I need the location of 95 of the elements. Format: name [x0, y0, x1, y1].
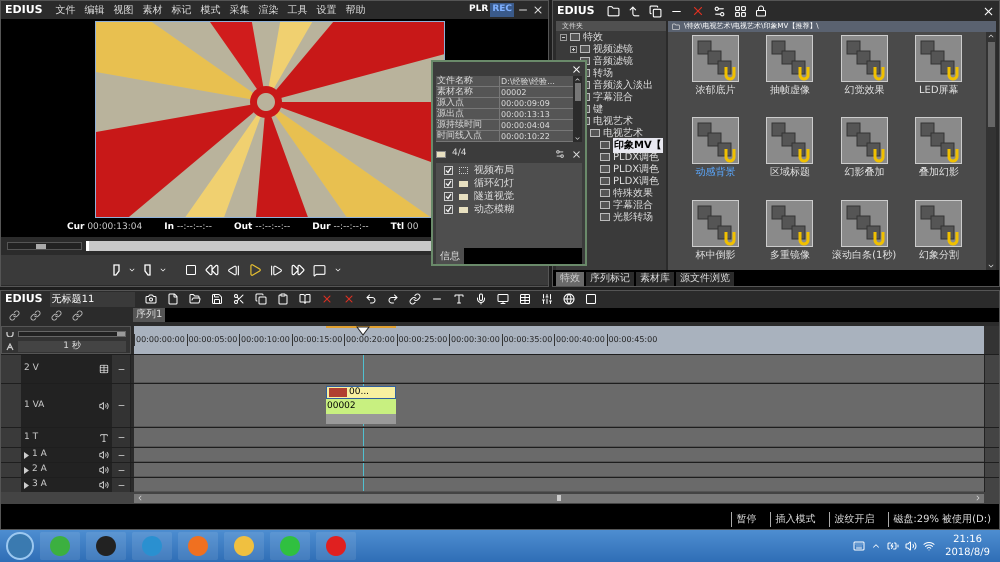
info-value: 00002	[500, 87, 528, 97]
info-value: D:\经验\经验...	[500, 76, 556, 86]
mode-toggle[interactable]: PLR	[467, 3, 490, 17]
menu-item[interactable]: 模式	[200, 2, 221, 18]
timecode-reading: Dur --:--:--:--	[312, 221, 369, 234]
ruler-label: 00:00:10:00	[239, 334, 292, 346]
panel-tab[interactable]: 序列标记	[586, 272, 634, 286]
tree-item[interactable]: 电视艺术	[603, 126, 643, 140]
menu-item[interactable]: 帮助	[346, 2, 366, 18]
zoom-selector[interactable]: 1 秒	[18, 341, 126, 352]
menu-item[interactable]: 标记	[172, 2, 192, 18]
app-logo: EDIUS	[5, 290, 43, 307]
effect-item[interactable]: 区域标题	[752, 117, 827, 188]
menu-item[interactable]: 设置	[316, 2, 337, 18]
menu-item[interactable]: 文件	[56, 2, 76, 18]
info-value: 00:00:09:09	[500, 98, 551, 108]
info-value: 00:00:13:13	[500, 109, 551, 119]
track-label: 2 A	[32, 463, 47, 476]
effect-item[interactable]: 滚动白条(1秒)	[827, 200, 902, 270]
ruler-label: 00:00:15:00	[292, 334, 344, 346]
info-value: 00:00:04:04	[500, 120, 551, 130]
menu-item[interactable]: 编辑	[84, 2, 105, 18]
sequence-tab[interactable]: 序列1	[133, 308, 166, 322]
effect-item[interactable]: 幻觉效果	[827, 35, 902, 106]
panel-tab[interactable]: 素材库	[636, 272, 674, 286]
info-label: 文件名称	[436, 76, 500, 86]
ruler-label: 00:00:45:00	[606, 334, 659, 346]
tree-item[interactable]: 特效	[583, 31, 603, 44]
timecode-reading: In --:--:--:--	[164, 221, 212, 234]
tree-item[interactable]: 音频滤镜	[593, 54, 633, 68]
menu-item[interactable]: 采集	[230, 2, 250, 18]
tree-item[interactable]: PLDX调色	[613, 150, 660, 164]
info-label: 源入点	[436, 98, 500, 108]
effect-name: 循环幻灯	[474, 176, 514, 190]
effect-item[interactable]: 幻象分割	[902, 200, 976, 270]
ruler-label: 00:00:05:00	[186, 334, 239, 346]
clock-time: 21:16	[953, 533, 982, 546]
info-value: 00:00:10:22	[500, 131, 551, 141]
ruler-label: 00:00:00:00	[134, 334, 186, 346]
tree-item[interactable]: PLDX调色	[613, 162, 660, 176]
effect-item[interactable]: 动感背景	[678, 117, 752, 188]
tree-item[interactable]: PLDX调色	[613, 174, 660, 188]
effect-item[interactable]: 叠加幻影	[902, 117, 976, 188]
status-text: 插入模式	[770, 512, 816, 527]
ruler-label: 00:00:25:00	[396, 334, 449, 346]
effect-count: 4/4	[452, 147, 466, 160]
menu-item[interactable]: 视图	[114, 2, 134, 18]
clock-date: 2018/8/9	[945, 546, 990, 559]
ruler-label: 00:00:30:00	[449, 334, 502, 346]
panel-tab[interactable]: 信息	[436, 248, 464, 264]
tree-item[interactable]: 电视艺术	[593, 114, 633, 128]
app-logo: EDIUS	[557, 2, 595, 19]
status-text: 波纹开启	[829, 512, 874, 527]
effect-item[interactable]: 杯中倒影	[678, 200, 752, 270]
info-label: 素材名称	[436, 87, 500, 97]
info-label: 时间线入点	[436, 131, 500, 141]
track-label: 2 V	[24, 362, 39, 376]
tree-item[interactable]: 音频淡入淡出	[593, 78, 653, 92]
effect-item[interactable]: 幻影叠加	[827, 117, 902, 188]
track-label: 1 T	[24, 430, 38, 444]
menu-item[interactable]: 工具	[288, 2, 308, 18]
timecode-reading: Ttl 00	[390, 221, 418, 234]
effect-name: 隧道视觉	[474, 190, 514, 204]
info-label: 源出点	[436, 109, 500, 119]
tree-item[interactable]: 转场	[593, 66, 613, 80]
menu-item[interactable]: 素材	[142, 2, 163, 18]
status-text: 磁盘:29% 被使用(D:)	[888, 512, 991, 527]
tree-item[interactable]: 字幕混合	[613, 198, 653, 212]
menu-item[interactable]: 渲染	[258, 2, 279, 18]
effect-name: 动态模糊	[474, 202, 514, 217]
tree-item[interactable]: 特殊效果	[613, 186, 653, 200]
ruler-label: 00:00:40:00	[554, 334, 606, 346]
track-label: 1 A	[32, 448, 47, 462]
panel-tab[interactable]: 源文件浏览	[676, 272, 734, 286]
tree-item[interactable]: 字幕混合	[593, 90, 633, 104]
status-text: 暂停	[731, 512, 756, 527]
track-label: 1 VA	[24, 398, 44, 412]
effect-item[interactable]: 抽帧虚像	[752, 35, 827, 106]
app-logo: EDIUS	[5, 2, 43, 18]
effect-item[interactable]: LED屏幕	[902, 35, 976, 106]
info-label: 源持续时间	[436, 120, 500, 130]
effect-item[interactable]: 多重镜像	[752, 200, 827, 270]
project-name: 无标题11	[50, 292, 135, 306]
timecode-reading: Cur 00:00:13:04	[67, 221, 142, 234]
timecode-reading: Out --:--:--:--	[234, 221, 290, 234]
tree-item[interactable]: 键	[593, 102, 603, 116]
tree-item[interactable]: 视频滤镜	[593, 42, 633, 56]
tree-item[interactable]: 光影转场	[613, 210, 653, 224]
effect-name: 视频布局	[474, 164, 514, 178]
tree-item[interactable]: 印象MV【	[613, 138, 663, 152]
clip-header[interactable]: 00...	[326, 386, 396, 399]
audio-clip[interactable]: 00002	[326, 399, 396, 414]
ruler-label: 00:00:35:00	[502, 334, 554, 346]
effect-item[interactable]: 浓郁底片	[678, 35, 752, 106]
track-label: 3 A	[32, 478, 47, 492]
